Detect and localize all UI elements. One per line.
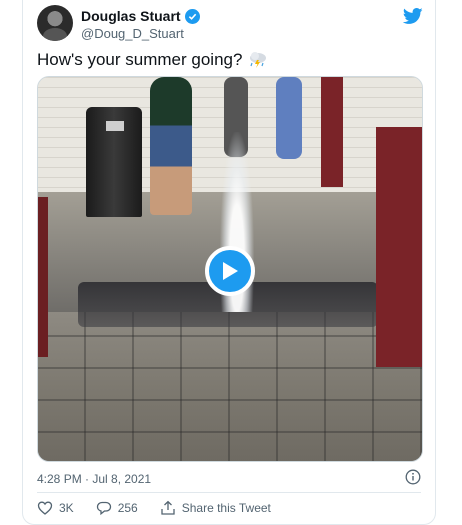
tweet-actions: 3K 256 Share this Tweet (37, 500, 293, 516)
reply-count: 256 (117, 501, 138, 515)
play-button[interactable] (205, 246, 255, 296)
avatar[interactable] (37, 5, 73, 41)
verified-badge-icon (184, 8, 200, 24)
tweet-timestamp[interactable]: 4:28 PM · Jul 8, 2021 (37, 472, 151, 486)
info-icon[interactable] (405, 469, 421, 485)
tweet-card: Douglas Stuart @Doug_D_Stuart How's your… (22, 0, 436, 525)
divider (37, 492, 421, 493)
play-icon (223, 262, 238, 280)
like-count: 3K (59, 501, 74, 515)
cloud-with-lightning-and-rain-icon (250, 52, 267, 68)
author-handle[interactable]: @Doug_D_Stuart (81, 26, 184, 41)
share-label: Share this Tweet (181, 501, 271, 515)
video-frame-trashcan (86, 107, 142, 217)
share-icon (161, 500, 175, 515)
share-button[interactable]: Share this Tweet (160, 500, 271, 516)
tweet-body: How's your summer going? (37, 50, 243, 69)
video-frame-person (150, 77, 192, 215)
reply-button[interactable]: 256 (96, 500, 138, 516)
video-frame-pillar-left (38, 197, 48, 357)
heart-icon (37, 501, 53, 515)
video-frame-pillar-right (376, 127, 422, 367)
author-name-row: Douglas Stuart (81, 8, 200, 24)
twitter-bird-icon[interactable] (403, 6, 423, 26)
author-display-name[interactable]: Douglas Stuart (81, 8, 181, 24)
video-frame-pillar-mid (321, 77, 343, 187)
like-button[interactable]: 3K (37, 500, 74, 516)
video-frame-person (276, 77, 302, 159)
tweet-text: How's your summer going? (37, 50, 268, 70)
video-frame-floor-near (38, 312, 422, 461)
tweet-video[interactable] (37, 76, 423, 462)
reply-icon (96, 501, 111, 516)
